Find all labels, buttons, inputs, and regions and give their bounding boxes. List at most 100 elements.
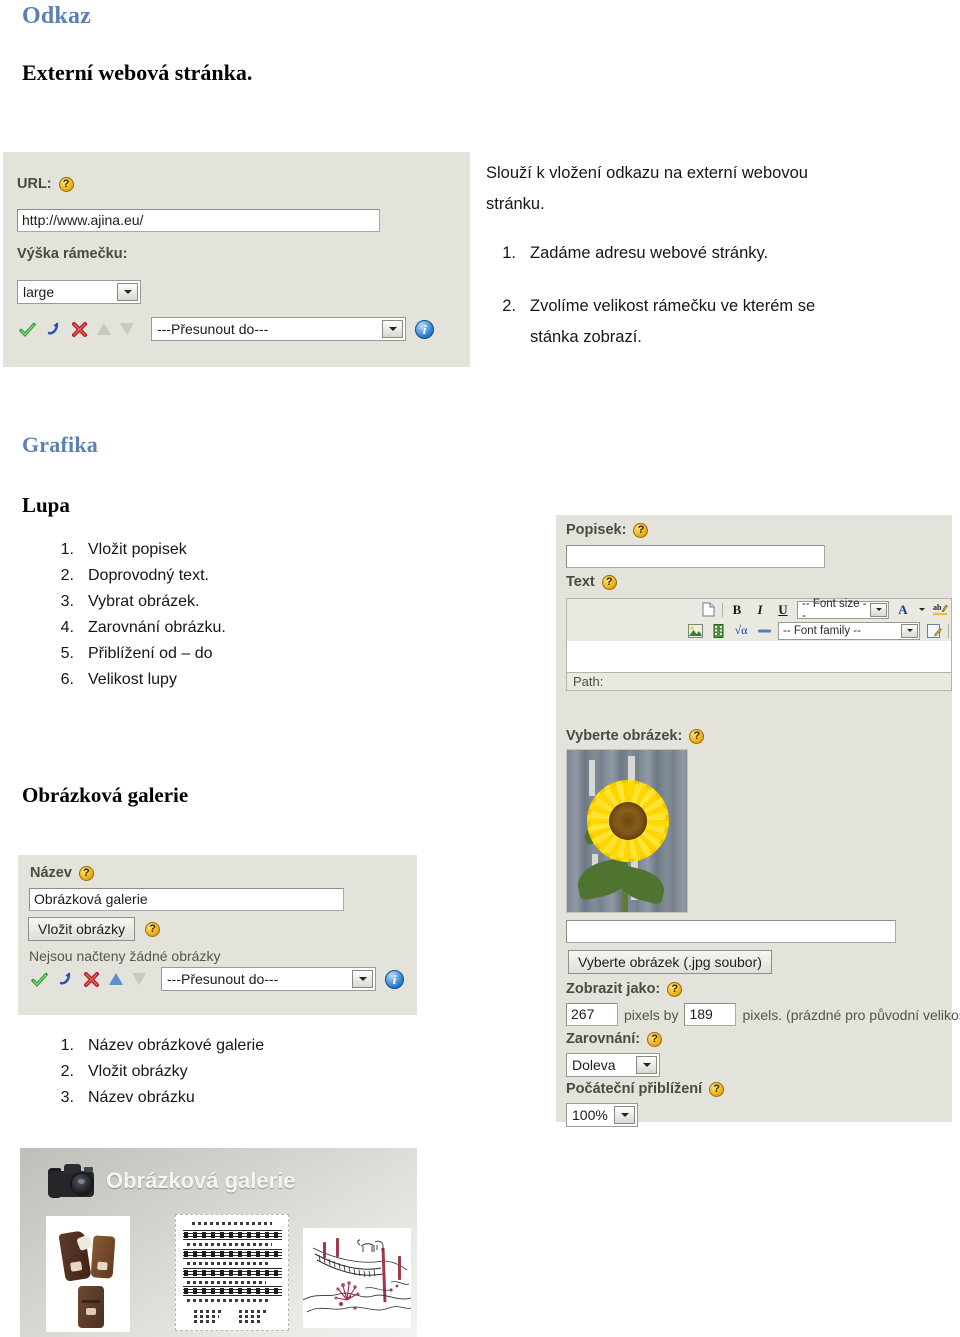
insert-media-icon[interactable] — [709, 622, 727, 640]
editor-content-area[interactable] — [566, 641, 952, 673]
toolbar-separator — [722, 602, 723, 617]
green-check-icon[interactable] — [31, 971, 48, 988]
chevron-down-icon[interactable] — [636, 1056, 657, 1074]
bold-button[interactable]: B — [728, 601, 746, 619]
caption-label-group: Popisek: ? — [566, 522, 649, 538]
align-label: Zarovnání: — [566, 1031, 641, 1047]
odkaz-steps: 1. Zadáme adresu webové stránky. 2. Zvol… — [486, 238, 926, 353]
red-x-icon[interactable] — [83, 971, 100, 988]
chevron-down-icon[interactable] — [117, 283, 138, 301]
green-check-icon[interactable] — [19, 321, 36, 338]
sunflower-disc — [609, 802, 647, 840]
info-icon[interactable]: i — [415, 319, 434, 339]
help-icon[interactable]: ? — [647, 1031, 663, 1047]
blue-undo-arrow-icon[interactable] — [57, 971, 74, 988]
caption-label: Popisek: — [566, 522, 627, 538]
chevron-down-icon[interactable] — [870, 602, 887, 617]
list-text: Název obrázkové galerie — [88, 1037, 265, 1054]
triangle-down-icon[interactable] — [120, 323, 134, 335]
triangle-down-icon[interactable] — [132, 973, 146, 985]
align-select[interactable]: Doleva — [566, 1053, 660, 1077]
list-item: 2. Doprovodný text. — [44, 563, 374, 589]
image-width-input[interactable]: 267 — [566, 1003, 618, 1026]
move-to-select[interactable]: ---Přesunout do--- — [161, 967, 376, 991]
triangle-up-icon[interactable] — [109, 973, 123, 985]
insert-images-button[interactable]: Vložit obrázky — [28, 917, 136, 941]
highlight-color-button[interactable]: ab — [931, 601, 949, 619]
font-family-value: -- Font family -- — [783, 624, 861, 637]
underline-button[interactable]: U — [774, 601, 792, 619]
image-height-input[interactable]: 189 — [684, 1003, 737, 1026]
insert-image-icon[interactable] — [686, 622, 704, 640]
list-item: 6. Velikost lupy — [44, 667, 374, 693]
zoom-label: Počáteční přiblížení — [566, 1081, 703, 1097]
image-file-input[interactable] — [566, 920, 896, 943]
list-text: Název obrázku — [88, 1089, 195, 1106]
page-title-grafika: Grafika — [22, 432, 98, 457]
help-icon[interactable]: ? — [58, 176, 74, 192]
list-number: 5. — [60, 645, 74, 662]
gallery-name-input[interactable]: Obrázková galerie — [29, 888, 344, 911]
triangle-up-icon[interactable] — [97, 323, 111, 335]
image-preview-sunflower[interactable] — [566, 749, 688, 913]
frame-height-select[interactable]: large — [17, 280, 141, 304]
info-icon[interactable]: i — [385, 969, 404, 989]
new-document-icon[interactable] — [699, 601, 717, 619]
pick-image-button[interactable]: Vyberte obrázek (.jpg soubor) — [568, 950, 772, 974]
heading-image-gallery: Obrázková galerie — [22, 783, 189, 807]
help-icon[interactable]: ? — [667, 981, 683, 997]
list-text-line2: stánka zobrazí. — [530, 328, 642, 346]
row-actions: ---Přesunout do--- i — [31, 967, 404, 991]
gallery-widget-preview: Obrázková galerie — [20, 1148, 417, 1337]
chevron-down-icon[interactable] — [382, 320, 403, 338]
chevron-down-icon[interactable] — [614, 1106, 635, 1124]
blue-undo-arrow-icon[interactable] — [45, 321, 62, 338]
list-item: 5. Přiblížení od – do — [44, 641, 374, 667]
list-number: 2. — [502, 297, 516, 315]
list-number: 3. — [60, 1089, 74, 1106]
zoom-value: 100% — [572, 1107, 608, 1123]
svg-text:ab: ab — [933, 603, 942, 612]
thumb-bridge-drawing[interactable] — [303, 1228, 411, 1328]
font-size-select[interactable]: -- Font size -- — [797, 597, 889, 622]
help-icon[interactable]: ? — [709, 1081, 725, 1097]
caption-input[interactable] — [566, 545, 825, 568]
font-size-value: -- Font size -- — [802, 597, 867, 622]
music-verse — [193, 1315, 219, 1318]
font-family-select[interactable]: -- Font family -- — [778, 621, 920, 640]
url-input[interactable]: http://www.ajina.eu/ — [17, 209, 380, 232]
chevron-down-icon[interactable] — [352, 970, 373, 988]
list-item: 2. Zvolíme velikost rámečku ve kterém se… — [486, 291, 926, 353]
zoom-select[interactable]: 100% — [566, 1103, 638, 1127]
list-text: Zvolíme velikost rámečku ve kterém se st… — [530, 291, 815, 353]
gallery-widget-title: Obrázková galerie — [106, 1168, 296, 1193]
music-verse — [238, 1315, 264, 1318]
list-item: 1. Vložit popisek — [44, 537, 374, 563]
chevron-down-icon[interactable] — [901, 623, 918, 638]
help-icon[interactable]: ? — [633, 522, 649, 538]
help-icon[interactable]: ? — [601, 574, 617, 590]
thumb-leather-cases[interactable] — [46, 1216, 130, 1332]
url-label-group: URL: ? — [17, 176, 74, 192]
edit-source-icon[interactable] — [925, 622, 943, 640]
help-icon[interactable]: ? — [145, 921, 161, 937]
font-color-button[interactable]: A — [894, 601, 912, 619]
list-number: 1. — [60, 541, 74, 558]
formula-icon[interactable]: √α — [732, 622, 750, 640]
red-x-icon[interactable] — [71, 321, 88, 338]
help-icon[interactable]: ? — [78, 865, 94, 881]
list-item: 3. Název obrázku — [44, 1085, 374, 1111]
list-number: 4. — [60, 619, 74, 636]
thumb-sheet-music[interactable] — [175, 1214, 289, 1331]
help-icon[interactable]: ? — [689, 728, 705, 744]
list-item: 2. Vložit obrázky — [44, 1059, 374, 1085]
list-number: 6. — [60, 671, 74, 688]
leather-case-1 — [58, 1230, 93, 1282]
music-verse — [193, 1320, 217, 1323]
font-color-dropdown-icon[interactable] — [917, 601, 926, 619]
horizontal-rule-icon[interactable] — [755, 622, 773, 640]
music-verse — [238, 1320, 262, 1323]
italic-button[interactable]: I — [751, 601, 769, 619]
move-to-select[interactable]: ---Přesunout do--- — [151, 317, 406, 341]
music-title-line — [191, 1222, 273, 1225]
